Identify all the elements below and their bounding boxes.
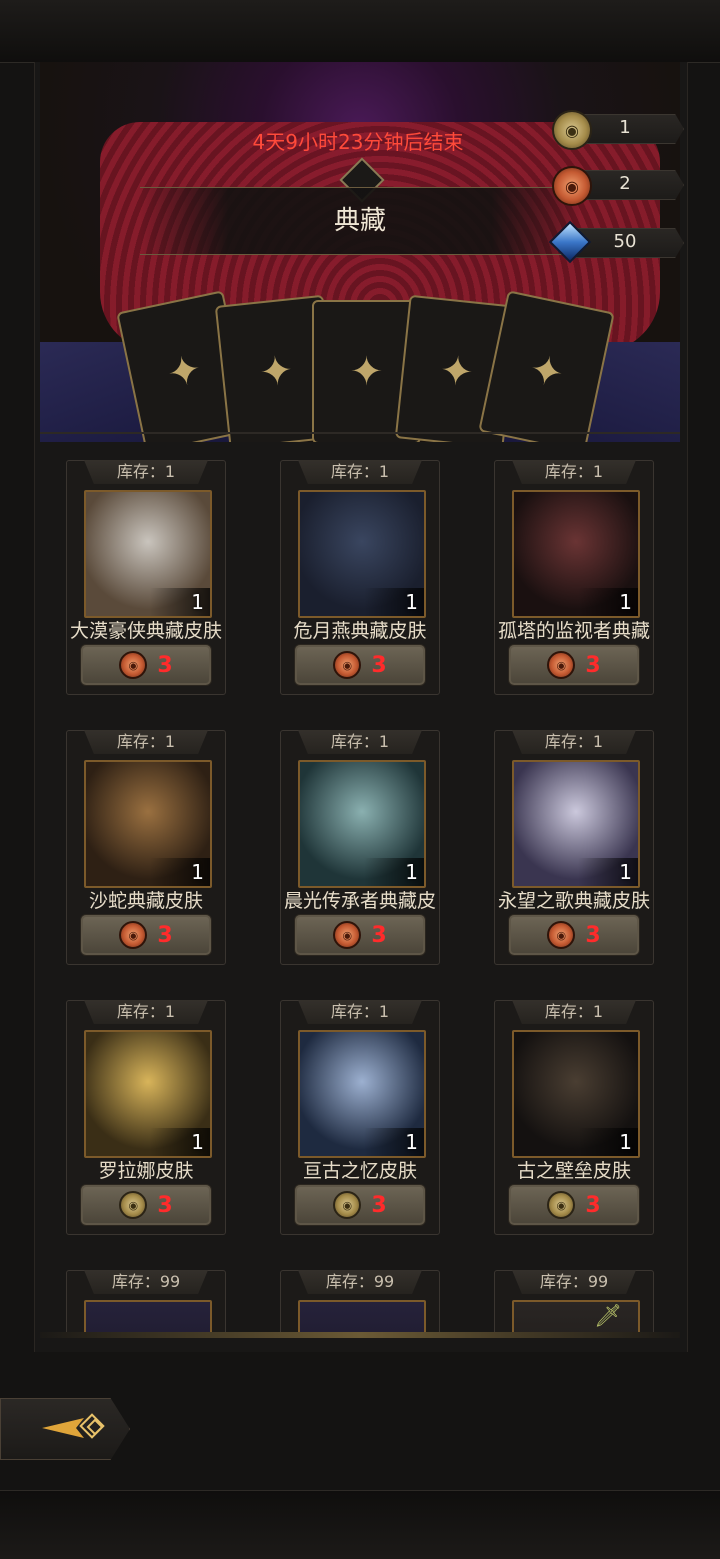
item-image [84,1300,212,1332]
currency-crystal[interactable]: 50 [548,220,686,264]
shop-item[interactable]: 库存：99 [66,1270,226,1332]
blue-crystal-icon [548,220,592,264]
tarot-cards: ✦ ✦ ✦ ✦ ✦ [116,290,615,442]
item-count: 1 [405,590,418,614]
shop-item[interactable]: 库存：1 1 晨光传承者典藏皮 ◉ 3 [280,730,440,965]
stock-label: 库存：99 [84,1270,208,1294]
price: 3 [157,652,173,678]
gold-coin-icon: ◉ [552,110,592,150]
item-count: 1 [405,860,418,884]
divider [40,432,680,434]
shop-item[interactable]: 库存：99 [280,1270,440,1332]
price: 3 [585,1192,601,1218]
stock-label: 库存：1 [512,460,636,484]
stock-label: 库存：1 [84,460,208,484]
back-arrow-icon [40,1410,110,1446]
stock-label: 库存：1 [512,1000,636,1024]
currency-gold[interactable]: 1 ◉ [552,110,686,150]
buy-button[interactable]: ◉ 3 [294,644,426,686]
stock-label: 库存：99 [298,1270,422,1294]
stock-label: 库存：1 [298,730,422,754]
copper-coin-icon: ◉ [119,651,148,679]
dagger-icon: 🗡 [594,1304,622,1329]
item-count: 1 [191,860,204,884]
skin-portrait: 1 [298,1030,426,1158]
item-image [298,1300,426,1332]
skin-portrait: 1 [84,1030,212,1158]
copper-coin-icon: ◉ [547,651,576,679]
skin-portrait: 1 [512,1030,640,1158]
stock-label: 库存：1 [84,730,208,754]
price: 3 [157,922,173,948]
copper-coin-icon: ◉ [547,921,576,949]
item-count: 1 [619,860,632,884]
title-bar: 典藏 [140,187,580,255]
copper-coin-icon: ◉ [552,166,592,206]
price: 3 [371,922,387,948]
gold-coin-icon: ◉ [547,1191,576,1219]
skin-portrait: 1 [512,490,640,618]
item-name: 大漠豪侠典藏皮肤 [69,620,222,642]
item-image: 🗡 [512,1300,640,1332]
shop-item[interactable]: 库存：1 1 危月燕典藏皮肤 ◉ 3 [280,460,440,695]
price: 3 [371,652,387,678]
buy-button[interactable]: ◉ 3 [80,1184,212,1226]
bottom-frame [0,1490,720,1559]
buy-button[interactable]: ◉ 3 [80,644,212,686]
buy-button[interactable]: ◉ 3 [294,1184,426,1226]
item-name: 沙蛇典藏皮肤 [88,890,203,912]
item-count: 1 [191,1130,204,1154]
copper-coin-icon: ◉ [119,921,148,949]
gold-coin-icon: ◉ [119,1191,148,1219]
item-count: 1 [191,590,204,614]
panel-bottom-edge [40,1332,680,1338]
price: 3 [371,1192,387,1218]
back-button[interactable] [0,1398,130,1460]
buy-button[interactable]: ◉ 3 [508,914,640,956]
item-grid: 库存：1 1 大漠豪侠典藏皮肤 ◉ 3 库存：1 1 危月燕典藏皮肤 ◉ 3 库… [66,460,656,1332]
item-name: 亘古之忆皮肤 [302,1160,417,1182]
price: 3 [157,1192,173,1218]
gold-coin-icon: ◉ [333,1191,362,1219]
shop-item[interactable]: 库存：1 1 孤塔的监视者典藏 ◉ 3 [494,460,654,695]
shop-item[interactable]: 库存：1 1 古之壁垒皮肤 ◉ 3 [494,1000,654,1235]
skin-portrait: 1 [298,490,426,618]
stock-label: 库存：99 [512,1270,636,1294]
stock-label: 库存：1 [512,730,636,754]
skin-portrait: 1 [298,760,426,888]
page-title: 典藏 [333,206,386,236]
copper-coin-icon: ◉ [333,921,362,949]
skin-portrait: 1 [84,490,212,618]
buy-button[interactable]: ◉ 3 [294,914,426,956]
item-name: 永望之歌典藏皮肤 [497,890,650,912]
skin-portrait: 1 [512,760,640,888]
skin-portrait: 1 [84,760,212,888]
price: 3 [585,652,601,678]
buy-button[interactable]: ◉ 3 [508,644,640,686]
currency-copper[interactable]: 2 ◉ [552,166,686,206]
item-name: 孤塔的监视者典藏 [497,620,650,642]
copper-coin-icon: ◉ [333,651,362,679]
item-name: 罗拉娜皮肤 [98,1160,194,1182]
item-count: 1 [405,1130,418,1154]
buy-button[interactable]: ◉ 3 [508,1184,640,1226]
stock-label: 库存：1 [298,1000,422,1024]
event-timer: 4天9小时23分钟后结束 [252,130,464,154]
top-frame [0,0,720,63]
shop-item[interactable]: 库存：1 1 永望之歌典藏皮肤 ◉ 3 [494,730,654,965]
item-count: 1 [619,1130,632,1154]
buy-button[interactable]: ◉ 3 [80,914,212,956]
item-name: 古之壁垒皮肤 [516,1160,631,1182]
stock-label: 库存：1 [298,460,422,484]
stock-label: 库存：1 [84,1000,208,1024]
shop-item[interactable]: 库存：1 1 亘古之忆皮肤 ◉ 3 [280,1000,440,1235]
shop-item[interactable]: 库存：99 🗡 [494,1270,654,1332]
item-count: 1 [619,590,632,614]
item-name: 晨光传承者典藏皮 [283,890,436,912]
shop-item[interactable]: 库存：1 1 大漠豪侠典藏皮肤 ◉ 3 [66,460,226,695]
shop-item[interactable]: 库存：1 1 罗拉娜皮肤 ◉ 3 [66,1000,226,1235]
shop-item[interactable]: 库存：1 1 沙蛇典藏皮肤 ◉ 3 [66,730,226,965]
price: 3 [585,922,601,948]
item-name: 危月燕典藏皮肤 [293,620,427,642]
